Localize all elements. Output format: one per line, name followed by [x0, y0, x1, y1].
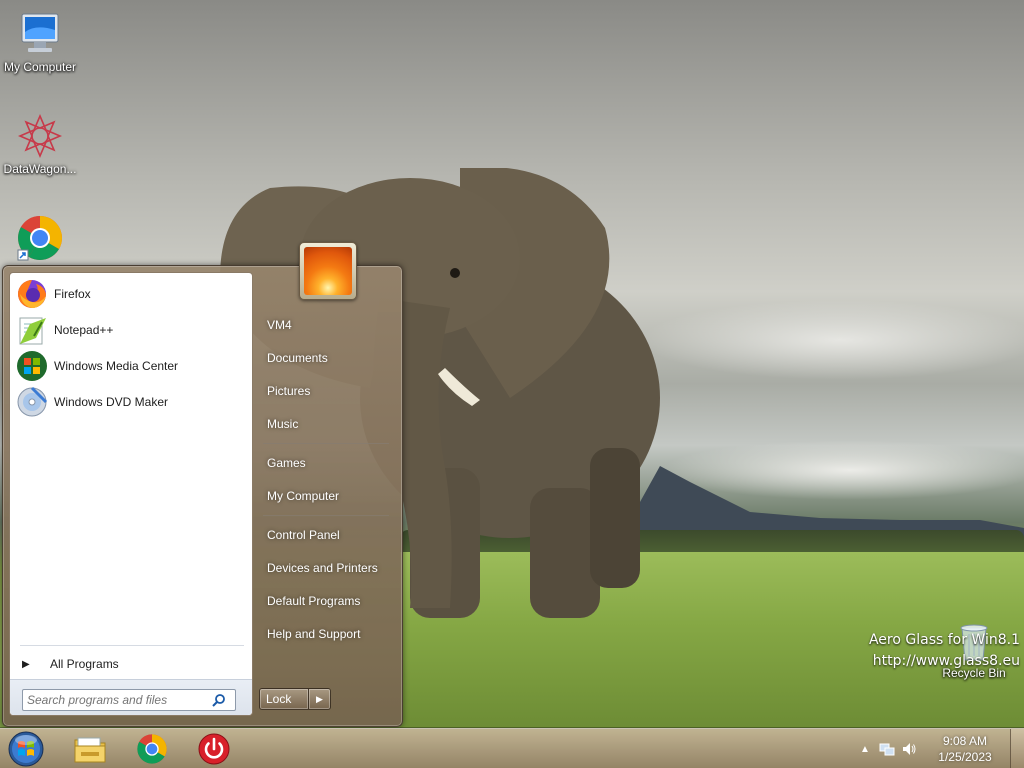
- power-icon: [198, 733, 230, 765]
- notepadpp-icon: [19, 317, 46, 345]
- start-right-music[interactable]: Music: [259, 410, 395, 438]
- watermark-url: http://www.glass8.eu: [872, 653, 1020, 669]
- all-programs-label: All Programs: [50, 657, 119, 671]
- start-right-help[interactable]: Help and Support: [259, 620, 395, 648]
- search-area: [10, 679, 252, 715]
- all-programs-button[interactable]: ▶ All Programs: [20, 653, 246, 675]
- shutdown-options-arrow-icon[interactable]: ▶: [309, 688, 331, 710]
- chrome-icon: [137, 734, 167, 764]
- program-item-dvd-maker[interactable]: Windows DVD Maker: [14, 385, 248, 419]
- programs-divider: [20, 645, 244, 646]
- datawagon-icon: [17, 113, 63, 159]
- clock-date: 1/25/2023: [938, 750, 992, 764]
- clock-time: 9:08 AM: [942, 734, 988, 748]
- start-menu: Firefox Notepad++ Windows Media Center W…: [2, 242, 403, 727]
- start-menu-programs-pane: Firefox Notepad++ Windows Media Center W…: [9, 272, 253, 716]
- program-label: Windows DVD Maker: [54, 395, 169, 409]
- desktop-icon-chrome[interactable]: [0, 214, 80, 264]
- desktop-icon-label: DataWagon...: [3, 162, 77, 176]
- start-right-devices[interactable]: Devices and Printers: [259, 554, 395, 582]
- search-input[interactable]: [23, 693, 209, 707]
- taskbar-chrome[interactable]: [124, 731, 180, 767]
- start-right-documents[interactable]: Documents: [259, 344, 395, 372]
- start-right-my-computer[interactable]: My Computer: [259, 482, 395, 510]
- program-item-media-center[interactable]: Windows Media Center: [14, 349, 248, 383]
- watermark-line: Aero Glass for Win8.1: [868, 632, 1020, 648]
- aero-glass-watermark: Aero Glass for Win8.1 http://www.glass8.…: [869, 630, 1020, 672]
- search-icon[interactable]: [209, 690, 229, 710]
- start-right-games[interactable]: Games: [259, 449, 395, 477]
- desktop-icon-my-computer[interactable]: My Computer: [0, 10, 80, 74]
- right-divider: [263, 515, 389, 516]
- program-item-firefox[interactable]: Firefox: [14, 277, 248, 311]
- user-photo: [304, 247, 352, 295]
- desktop-icon-datawagon[interactable]: DataWagon...: [0, 112, 80, 176]
- start-right-user[interactable]: VM4: [259, 311, 395, 339]
- chrome-shortcut-icon: [17, 216, 62, 261]
- wallpaper-cloud: [640, 300, 1024, 380]
- computer-icon: [21, 13, 59, 52]
- taskbar-power[interactable]: [186, 731, 242, 767]
- show-desktop-button[interactable]: [1010, 729, 1024, 768]
- lock-button[interactable]: Lock: [259, 688, 309, 710]
- program-label: Windows Media Center: [54, 359, 179, 373]
- show-hidden-icons-icon[interactable]: ▲: [854, 738, 876, 760]
- user-avatar[interactable]: [299, 242, 357, 300]
- program-label: Firefox: [54, 287, 91, 301]
- program-item-notepadpp[interactable]: Notepad++: [14, 313, 248, 347]
- program-label: Notepad++: [54, 323, 114, 337]
- taskbar-file-explorer[interactable]: [62, 731, 118, 767]
- network-icon[interactable]: [876, 738, 898, 760]
- dvd-maker-icon: [17, 386, 48, 417]
- search-box[interactable]: [22, 689, 236, 711]
- taskbar: ▲ 9:08 AM 1/25/2023: [0, 728, 1024, 768]
- shutdown-controls: Lock ▶: [259, 688, 331, 710]
- start-right-default-programs[interactable]: Default Programs: [259, 587, 395, 615]
- right-divider: [263, 443, 389, 444]
- firefox-icon: [18, 280, 46, 308]
- start-right-pictures[interactable]: Pictures: [259, 377, 395, 405]
- start-right-control-panel[interactable]: Control Panel: [259, 521, 395, 549]
- desktop-icon-label: My Computer: [3, 60, 77, 74]
- start-orb-icon[interactable]: [6, 730, 46, 768]
- system-tray: ▲ 9:08 AM 1/25/2023: [854, 729, 1024, 768]
- taskbar-clock[interactable]: 9:08 AM 1/25/2023: [920, 733, 1010, 765]
- file-explorer-icon: [74, 737, 106, 763]
- volume-icon[interactable]: [898, 738, 920, 760]
- media-center-icon: [17, 351, 47, 381]
- triangle-right-icon: ▶: [22, 658, 30, 670]
